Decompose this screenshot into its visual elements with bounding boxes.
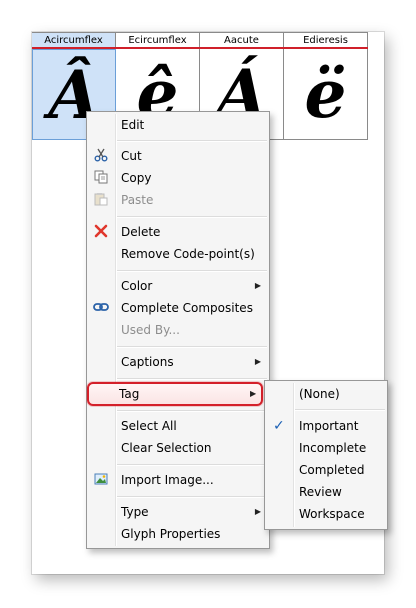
chain-link-icon <box>93 300 109 316</box>
tag-callout-label: Tag <box>119 387 140 401</box>
menu-item-delete[interactable]: Delete <box>89 222 267 242</box>
menu-item-paste[interactable]: Paste <box>89 190 267 210</box>
menu-separator <box>117 346 267 348</box>
menu-item-label: Copy <box>121 171 152 185</box>
menu-item-captions[interactable]: Captions ▶ <box>89 352 267 372</box>
menu-item-label: Incomplete <box>299 441 367 455</box>
menu-separator <box>117 464 267 466</box>
tag-submenu: (None) ✓ Important Incomplete Completed … <box>264 380 388 530</box>
tag-option-incomplete[interactable]: Incomplete <box>267 438 385 458</box>
menu-item-edit[interactable]: Edit <box>89 115 267 135</box>
tag-option-completed[interactable]: Completed <box>267 460 385 480</box>
submenu-arrow-icon: ▶ <box>254 507 261 516</box>
checkmark-icon: ✓ <box>273 418 285 434</box>
submenu-arrow-icon: ▶ <box>254 281 261 290</box>
menu-separator <box>117 410 267 412</box>
menu-item-label: Type <box>121 505 149 519</box>
menu-item-label: Important <box>299 419 359 433</box>
menu-item-clear-selection[interactable]: Clear Selection <box>89 438 267 458</box>
menu-item-label: Completed <box>299 463 365 477</box>
menu-item-label: Cut <box>121 149 142 163</box>
tag-option-none[interactable]: (None) <box>267 384 385 404</box>
menu-item-complete-composites[interactable]: Complete Composites <box>89 298 267 318</box>
menu-item-label: Paste <box>121 193 154 207</box>
menu-item-label: Clear Selection <box>121 441 212 455</box>
menu-item-import-image[interactable]: Import Image... <box>89 470 267 490</box>
menu-item-label: Select All <box>121 419 177 433</box>
glyph-name-label: Acircumflex <box>32 32 116 47</box>
menu-item-label: Review <box>299 485 342 499</box>
menu-item-used-by[interactable]: Used By... <box>89 320 267 340</box>
menu-item-label: Captions <box>121 355 174 369</box>
menu-item-select-all[interactable]: Select All <box>89 416 267 436</box>
menu-item-label: Delete <box>121 225 161 239</box>
menu-item-copy[interactable]: Copy <box>89 168 267 188</box>
menu-item-label: Used By... <box>121 323 180 337</box>
paste-icon <box>93 192 109 208</box>
menu-item-remove-code-points[interactable]: Remove Code-point(s) <box>89 244 267 264</box>
tag-option-review[interactable]: Review <box>267 482 385 502</box>
menu-item-label: Workspace <box>299 507 365 521</box>
tag-submenu-arrow-icon: ▶ <box>250 389 257 398</box>
delete-x-icon <box>93 224 109 240</box>
menu-separator <box>295 409 385 411</box>
menu-item-glyph-properties[interactable]: Glyph Properties <box>89 524 267 544</box>
menu-separator <box>117 270 267 272</box>
menu-item-label: Edit <box>121 118 145 132</box>
copy-icon <box>93 170 109 186</box>
menu-item-type[interactable]: Type ▶ <box>89 502 267 522</box>
menu-item-label: (None) <box>299 387 340 401</box>
tag-option-important[interactable]: ✓ Important <box>267 416 385 436</box>
menu-item-label: Color <box>121 279 153 293</box>
scissors-icon <box>93 148 109 164</box>
menu-item-label: Glyph Properties <box>121 527 221 541</box>
menu-separator <box>117 378 267 380</box>
tag-option-workspace[interactable]: Workspace <box>267 504 385 524</box>
image-icon <box>93 472 109 488</box>
menu-item-label: Import Image... <box>121 473 214 487</box>
glyph-name-label: Aacute <box>200 32 284 47</box>
menu-item-cut[interactable]: Cut <box>89 146 267 166</box>
tag-highlight-callout <box>87 382 263 406</box>
menu-separator <box>117 496 267 498</box>
menu-separator <box>117 216 267 218</box>
menu-separator <box>117 140 267 142</box>
glyph-preview: ë <box>284 49 368 140</box>
glyph-name-label: Ecircumflex <box>116 32 200 47</box>
submenu-arrow-icon: ▶ <box>254 357 261 366</box>
glyph-cell-edieresis[interactable]: Edieresis ë <box>284 32 368 140</box>
menu-item-color[interactable]: Color ▶ <box>89 276 267 296</box>
context-menu: Edit Cut Copy Paste Delete Remove Code-p… <box>86 111 270 549</box>
glyph-name-label: Edieresis <box>284 32 368 47</box>
menu-item-label: Complete Composites <box>121 301 253 315</box>
menu-item-label: Remove Code-point(s) <box>121 247 255 261</box>
